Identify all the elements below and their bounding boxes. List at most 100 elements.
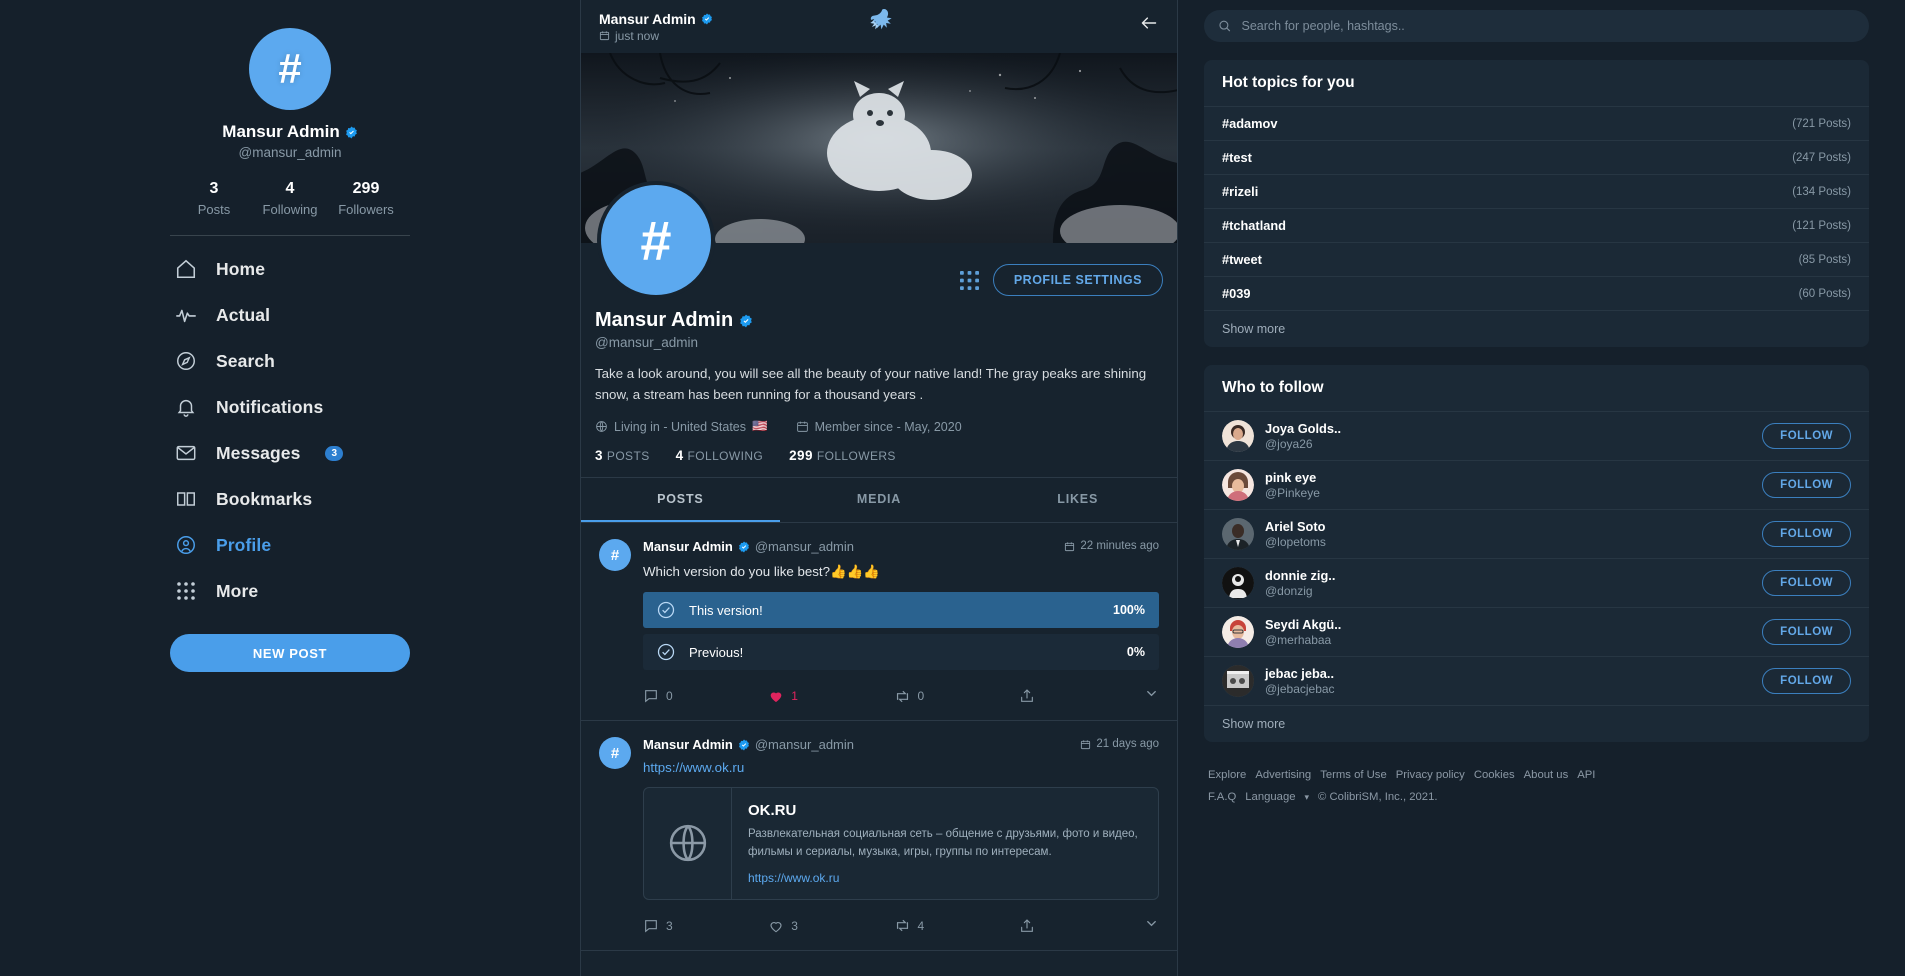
- sidebar-item-actual[interactable]: Actual: [170, 292, 410, 338]
- post-handle[interactable]: @mansur_admin: [755, 737, 854, 752]
- sidebar-item-more[interactable]: More: [170, 568, 410, 614]
- like-button[interactable]: 1: [768, 688, 893, 704]
- sidebar-item-notifications[interactable]: Notifications: [170, 384, 410, 430]
- suggestion-name[interactable]: jebac jeba..: [1265, 666, 1751, 681]
- suggestion-name[interactable]: Ariel Soto: [1265, 519, 1751, 534]
- list-item[interactable]: #adamov (721 Posts): [1204, 106, 1869, 140]
- link-preview-card[interactable]: OK.RU Развлекательная социальная сеть – …: [643, 787, 1159, 900]
- suggestion-handle[interactable]: @Pinkeye: [1265, 486, 1751, 500]
- profile-settings-button[interactable]: PROFILE SETTINGS: [992, 264, 1163, 296]
- avatar[interactable]: [1222, 567, 1254, 599]
- follow-button[interactable]: FOLLOW: [1762, 619, 1851, 645]
- hot-topics-show-more[interactable]: Show more: [1204, 310, 1869, 347]
- footer-link-about[interactable]: About us: [1524, 769, 1569, 781]
- pulse-icon: [174, 303, 198, 327]
- sidebar-item-bookmarks[interactable]: Bookmarks: [170, 476, 410, 522]
- profile-count-following[interactable]: 4 FOLLOWING: [676, 448, 764, 463]
- follow-button[interactable]: FOLLOW: [1762, 472, 1851, 498]
- suggestion-handle[interactable]: @lopetoms: [1265, 535, 1751, 549]
- footer-link-api[interactable]: API: [1577, 769, 1595, 781]
- back-button[interactable]: [1139, 14, 1159, 37]
- avatar[interactable]: [1222, 616, 1254, 648]
- search-input[interactable]: [1241, 19, 1855, 33]
- follow-button[interactable]: FOLLOW: [1762, 423, 1851, 449]
- profile-tabs: POSTS MEDIA LIKES: [581, 477, 1177, 524]
- sidebar-item-messages[interactable]: Messages 3: [170, 430, 410, 476]
- poll-option[interactable]: This version! 100%: [643, 592, 1159, 629]
- profile-handle: @mansur_admin: [595, 335, 698, 350]
- sidebar-avatar[interactable]: #: [249, 28, 331, 110]
- poll-option[interactable]: Previous! 0%: [643, 634, 1159, 671]
- list-item[interactable]: #tweet (85 Posts): [1204, 242, 1869, 276]
- comment-button[interactable]: 3: [643, 918, 768, 934]
- post-avatar[interactable]: #: [599, 539, 631, 572]
- repost-icon: [896, 920, 908, 932]
- post-more-button[interactable]: [1144, 686, 1159, 706]
- profile-member-since: Member since - May, 2020: [796, 419, 962, 434]
- footer-link-faq[interactable]: F.A.Q: [1208, 791, 1236, 803]
- suggestion-name[interactable]: Joya Golds..: [1265, 421, 1751, 436]
- share-button[interactable]: [1019, 918, 1144, 934]
- suggestion-handle[interactable]: @joya26: [1265, 437, 1751, 451]
- poll-option-label: This version!: [689, 602, 763, 618]
- share-button[interactable]: [1019, 688, 1144, 704]
- profile-count-followers[interactable]: 299 FOLLOWERS: [789, 448, 896, 463]
- profile-count-posts[interactable]: 3 POSTS: [595, 448, 650, 463]
- list-item[interactable]: #tchatland (121 Posts): [1204, 208, 1869, 242]
- repost-button[interactable]: 0: [894, 688, 1019, 705]
- profile-avatar[interactable]: #: [597, 181, 715, 299]
- avatar[interactable]: [1222, 518, 1254, 550]
- tab-likes[interactable]: LIKES: [978, 478, 1177, 522]
- footer-link-privacy[interactable]: Privacy policy: [1396, 769, 1465, 781]
- tab-posts[interactable]: POSTS: [581, 478, 780, 523]
- post-avatar[interactable]: #: [599, 737, 631, 770]
- footer-language-selector[interactable]: Language: [1245, 791, 1295, 803]
- sidebar-item-profile[interactable]: Profile: [170, 522, 410, 568]
- suggestion-name[interactable]: Seydi Akgü..: [1265, 617, 1751, 632]
- search-bar[interactable]: [1204, 10, 1869, 42]
- footer-link-cookies[interactable]: Cookies: [1474, 769, 1515, 781]
- sidebar-stat-following[interactable]: 4 Following: [252, 180, 328, 217]
- nav-label: Profile: [216, 534, 272, 555]
- follow-button[interactable]: FOLLOW: [1762, 521, 1851, 547]
- avatar[interactable]: [1222, 469, 1254, 501]
- sidebar-stat-followers[interactable]: 299 Followers: [328, 180, 404, 217]
- footer-link-terms[interactable]: Terms of Use: [1320, 769, 1387, 781]
- who-to-follow-show-more[interactable]: Show more: [1204, 705, 1869, 742]
- chevron-down-icon: [1147, 920, 1156, 927]
- post-author[interactable]: Mansur Admin: [643, 737, 733, 752]
- apps-grid-icon[interactable]: [959, 270, 979, 290]
- suggestion-handle[interactable]: @donzig: [1265, 584, 1751, 598]
- suggestion-handle[interactable]: @jebacjebac: [1265, 682, 1751, 696]
- footer-link-advertising[interactable]: Advertising: [1255, 769, 1311, 781]
- caret-down-icon: ▾: [1304, 792, 1310, 803]
- list-item[interactable]: #rizeli (134 Posts): [1204, 174, 1869, 208]
- suggestion-name[interactable]: donnie zig..: [1265, 568, 1751, 583]
- footer-link-explore[interactable]: Explore: [1208, 769, 1246, 781]
- repost-button[interactable]: 4: [894, 917, 1019, 934]
- suggestion-handle[interactable]: @merhabaa: [1265, 633, 1751, 647]
- avatar[interactable]: [1222, 665, 1254, 697]
- sidebar-item-search[interactable]: Search: [170, 338, 410, 384]
- suggestion-name[interactable]: pink eye: [1265, 470, 1751, 485]
- header-subtitle: just now: [599, 29, 713, 43]
- list-item[interactable]: #test (247 Posts): [1204, 140, 1869, 174]
- search-icon: [1219, 20, 1231, 32]
- post-more-button[interactable]: [1144, 916, 1159, 936]
- like-button[interactable]: 3: [768, 918, 893, 934]
- calendar-icon: [599, 31, 610, 41]
- follow-button[interactable]: FOLLOW: [1762, 570, 1851, 596]
- post-handle[interactable]: @mansur_admin: [755, 539, 854, 554]
- post-author[interactable]: Mansur Admin: [643, 539, 733, 554]
- sidebar-stat-posts[interactable]: 3 Posts: [176, 180, 252, 217]
- comment-button[interactable]: 0: [643, 688, 768, 704]
- avatar[interactable]: [1222, 420, 1254, 452]
- bookmark-icon: [174, 487, 198, 511]
- sidebar-item-home[interactable]: Home: [170, 246, 410, 292]
- follow-button[interactable]: FOLLOW: [1762, 668, 1851, 694]
- tab-media[interactable]: MEDIA: [780, 478, 979, 522]
- post-link-text[interactable]: https://www.ok.ru: [643, 760, 1159, 775]
- link-card-url[interactable]: https://www.ok.ru: [748, 871, 1142, 885]
- new-post-button[interactable]: NEW POST: [170, 634, 410, 672]
- list-item[interactable]: #039 (60 Posts): [1204, 276, 1869, 310]
